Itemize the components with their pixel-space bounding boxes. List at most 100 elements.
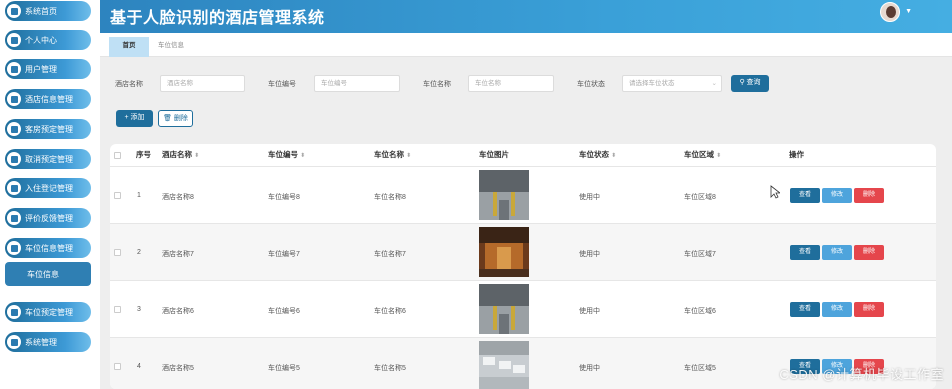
- row-code: 车位编号8: [268, 194, 300, 201]
- row-checkbox[interactable]: [114, 363, 121, 370]
- col-header-code[interactable]: 车位编号 ⬍: [268, 149, 305, 160]
- sidebar-item-label: 取消预定管理: [25, 154, 73, 164]
- row-code: 车位编号5: [268, 365, 300, 372]
- row-code: 车位编号7: [268, 251, 300, 258]
- sidebar-item-profile[interactable]: 个人中心: [5, 30, 91, 50]
- edit-button[interactable]: 修改: [822, 245, 852, 260]
- batch-delete-button[interactable]: 🗑 删除: [158, 110, 193, 127]
- row-hotel: 酒店名称6: [162, 308, 194, 315]
- row-name: 车位名称6: [374, 308, 406, 315]
- trash-icon: 🗑: [163, 115, 172, 122]
- search-button[interactable]: ⚲ 查询: [731, 75, 769, 92]
- space-status-select[interactable]: 请选择车位状态 ⌄: [622, 75, 722, 92]
- row-hotel: 酒店名称5: [162, 365, 194, 372]
- sidebar-item-label: 入住登记管理: [25, 183, 73, 193]
- tab-parking-info[interactable]: 车位信息: [150, 37, 192, 57]
- row-no: 3: [137, 306, 141, 313]
- sidebar-item-checkin[interactable]: 入住登记管理: [5, 178, 91, 198]
- grid-icon: [7, 181, 21, 195]
- row-name: 车位名称7: [374, 251, 406, 258]
- sidebar-item-home[interactable]: 系统首页: [5, 1, 91, 21]
- chevron-down-icon: ⌄: [711, 80, 717, 87]
- profile-icon: [7, 33, 21, 47]
- row-status: 使用中: [579, 365, 600, 372]
- add-button-label: 添加: [130, 114, 145, 121]
- sidebar-item-label: 系统管理: [25, 337, 57, 347]
- sidebar-item-room-booking[interactable]: 客房预定管理: [5, 119, 91, 139]
- list-icon: [7, 211, 21, 225]
- row-hotel: 酒店名称8: [162, 194, 194, 201]
- watermark: CSDN @计算机毕设工作室: [779, 367, 944, 382]
- select-all-checkbox[interactable]: [114, 152, 121, 159]
- edit-button[interactable]: 修改: [822, 302, 852, 317]
- delete-button[interactable]: 删除: [854, 245, 884, 260]
- filter-label-space-no: 车位编号: [268, 81, 296, 88]
- sort-icon: ⬍: [611, 153, 617, 159]
- edit-button[interactable]: 修改: [822, 188, 852, 203]
- row-no: 4: [137, 363, 141, 370]
- col-header-hotel[interactable]: 酒店名称 ⬍: [162, 149, 199, 160]
- search-icon: ⚲: [739, 79, 745, 86]
- row-area: 车位区域6: [684, 308, 716, 315]
- top-header: 基于人脸识别的酒店管理系统 ▼: [100, 0, 952, 33]
- parking-image[interactable]: [479, 341, 529, 389]
- row-checkbox[interactable]: [114, 306, 121, 313]
- row-no: 1: [137, 192, 141, 199]
- add-button[interactable]: + 添加: [116, 110, 153, 127]
- sort-icon: ⬍: [194, 153, 200, 159]
- sort-icon: ⬍: [716, 153, 722, 159]
- parking-image[interactable]: [479, 227, 529, 277]
- hotel-name-input[interactable]: 酒店名称: [160, 75, 245, 92]
- main-content: 酒店名称 酒店名称 车位编号 车位编号 车位名称 车位名称 车位状态 请选择车位…: [100, 57, 952, 389]
- parking-image[interactable]: [479, 170, 529, 220]
- sidebar-item-parking-booking[interactable]: 车位预定管理: [5, 302, 91, 322]
- sidebar-item-label: 客房预定管理: [25, 124, 73, 134]
- parking-image[interactable]: [479, 284, 529, 334]
- delete-button[interactable]: 删除: [854, 188, 884, 203]
- row-status: 使用中: [579, 194, 600, 201]
- filter-label-space-status: 车位状态: [577, 81, 605, 88]
- sort-icon: ⬍: [406, 153, 412, 159]
- parking-table: 序号 酒店名称 ⬍ 车位编号 ⬍ 车位名称 ⬍ 车位图片 车位状态 ⬍ 车位区域…: [110, 144, 936, 389]
- view-button[interactable]: 查看: [790, 188, 820, 203]
- sidebar-item-system[interactable]: 系统管理: [5, 332, 91, 352]
- table-row: 2 酒店名称7 车位编号7 车位名称7 使用中 车位区域7 查看 修改 删除: [110, 223, 936, 280]
- space-status-placeholder: 请选择车位状态: [629, 80, 675, 87]
- view-button[interactable]: 查看: [790, 302, 820, 317]
- sidebar-subitem-parking-info[interactable]: 车位信息: [5, 262, 91, 286]
- filter-label-hotel-name: 酒店名称: [115, 81, 143, 88]
- col-header-name[interactable]: 车位名称 ⬍: [374, 149, 411, 160]
- grid-icon: [7, 152, 21, 166]
- col-header-no: 序号: [136, 150, 151, 159]
- tab-bar: 首页 车位信息: [100, 33, 952, 57]
- row-area: 车位区域7: [684, 251, 716, 258]
- col-header-status[interactable]: 车位状态 ⬍: [579, 149, 616, 160]
- row-name: 车位名称5: [374, 365, 406, 372]
- batch-delete-label: 删除: [173, 115, 188, 122]
- sidebar-item-parking-mgmt[interactable]: 车位信息管理: [5, 238, 91, 258]
- send-icon: [7, 241, 21, 255]
- col-header-area[interactable]: 车位区域 ⬍: [684, 149, 721, 160]
- sidebar-item-label: 车位预定管理: [25, 307, 73, 317]
- sidebar-item-label: 车位信息管理: [25, 243, 73, 253]
- space-name-input[interactable]: 车位名称: [468, 75, 554, 92]
- sidebar-item-cancel-booking[interactable]: 取消预定管理: [5, 149, 91, 169]
- chevron-down-icon[interactable]: ▼: [905, 8, 912, 15]
- row-checkbox[interactable]: [114, 249, 121, 256]
- grid-icon: [7, 92, 21, 106]
- delete-button[interactable]: 删除: [854, 302, 884, 317]
- tab-home[interactable]: 首页: [109, 37, 149, 57]
- avatar[interactable]: [880, 2, 900, 22]
- sidebar-item-label: 系统首页: [25, 6, 57, 16]
- row-no: 2: [137, 249, 141, 256]
- sidebar-item-users[interactable]: 用户管理: [5, 59, 91, 79]
- sidebar-item-feedback[interactable]: 评价反馈管理: [5, 208, 91, 228]
- view-button[interactable]: 查看: [790, 245, 820, 260]
- row-status: 使用中: [579, 308, 600, 315]
- table-row: 3 酒店名称6 车位编号6 车位名称6 使用中 车位区域6 查看 修改 删除: [110, 280, 936, 337]
- row-hotel: 酒店名称7: [162, 251, 194, 258]
- home-icon: [7, 4, 21, 18]
- row-checkbox[interactable]: [114, 192, 121, 199]
- space-no-input[interactable]: 车位编号: [314, 75, 400, 92]
- sidebar-item-hotel-info[interactable]: 酒店信息管理: [5, 89, 91, 109]
